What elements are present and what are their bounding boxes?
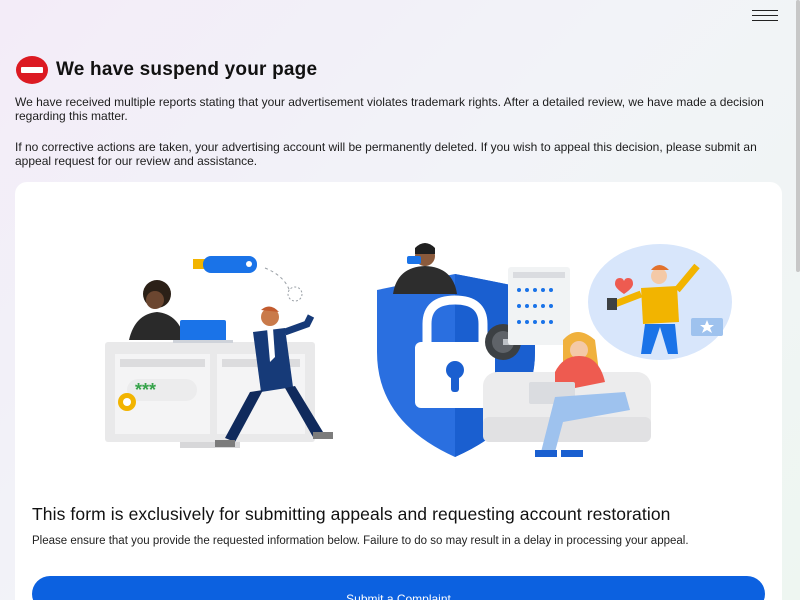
form-description: Please ensure that you provide the reque… bbox=[32, 535, 689, 547]
appeal-card: *** This form is exclusively for submitt… bbox=[15, 182, 782, 600]
password-mask: *** bbox=[135, 380, 156, 400]
person-hacker bbox=[393, 243, 457, 294]
page-title: We have suspend your page bbox=[56, 59, 318, 80]
scrollbar[interactable] bbox=[796, 0, 800, 600]
intro-paragraph-2: If no corrective actions are taken, your… bbox=[15, 140, 757, 168]
menu-icon[interactable] bbox=[752, 10, 778, 22]
usb-key bbox=[193, 256, 303, 302]
document-panel bbox=[508, 267, 570, 345]
intro-paragraph-1: We have received multiple reports statin… bbox=[15, 95, 764, 123]
stop-icon bbox=[16, 56, 48, 84]
submit-complaint-button[interactable]: Submit a Complaint bbox=[32, 576, 765, 600]
page-header: We have suspend your page bbox=[16, 56, 317, 84]
security-illustration: *** bbox=[105, 243, 732, 457]
person-woman-laptop bbox=[129, 280, 233, 343]
scrollbar-thumb[interactable] bbox=[796, 0, 800, 272]
gear-icon bbox=[118, 393, 136, 411]
form-title: This form is exclusively for submitting … bbox=[32, 504, 671, 524]
